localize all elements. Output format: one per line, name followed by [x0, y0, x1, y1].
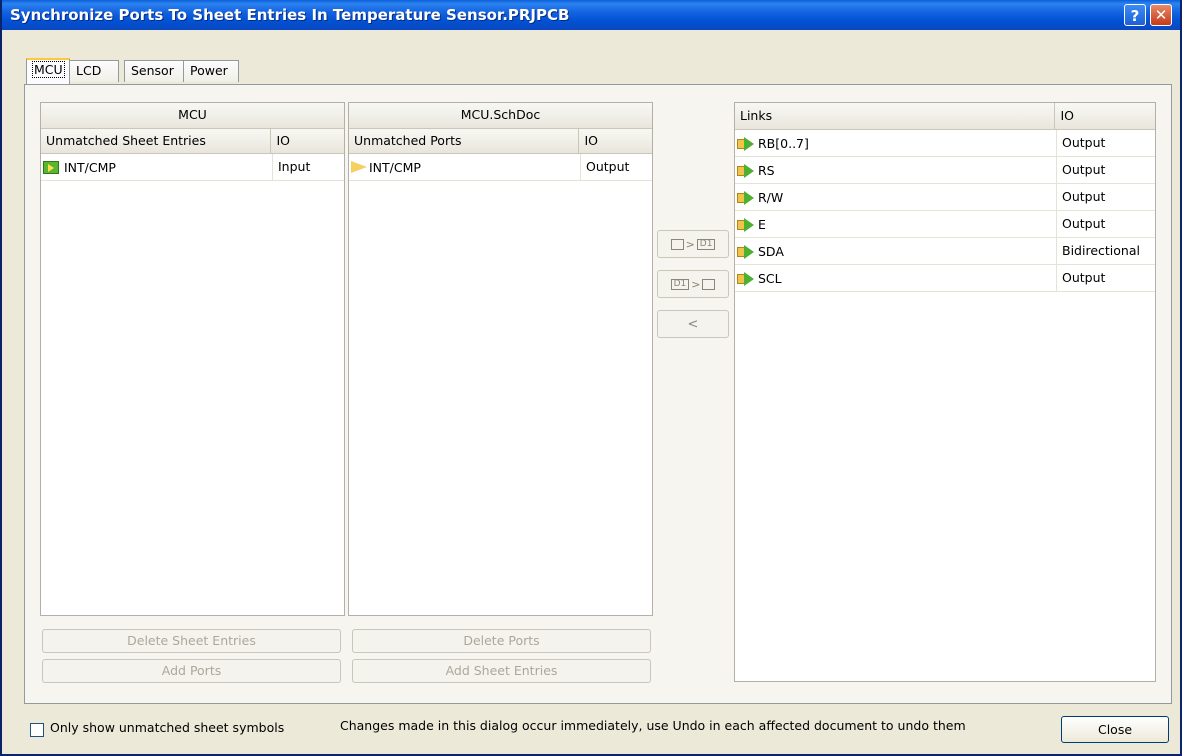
column-header-io[interactable]: IO: [579, 129, 652, 153]
tab-sensor[interactable]: Sensor: [124, 60, 184, 82]
add-ports-button[interactable]: Add Ports: [42, 659, 341, 683]
link-arrow-label: >: [685, 237, 695, 251]
entry-io: Input: [278, 159, 311, 174]
tab-label: MCU: [32, 61, 65, 78]
sheet-entries-list[interactable]: MCU Unmatched Sheet Entries IO INT/CMP I…: [40, 102, 345, 616]
ports-column-headers: Unmatched Ports IO: [349, 129, 652, 154]
link-icon: [737, 217, 755, 232]
link-io: Output: [1062, 216, 1106, 231]
tab-label: LCD: [76, 63, 102, 78]
link-port-to-sheet-button[interactable]: D1 >: [657, 270, 729, 298]
link-icon: [737, 271, 755, 286]
list-item[interactable]: SCL Output: [735, 265, 1155, 292]
ports-group-header: MCU.SchDoc: [349, 103, 652, 129]
close-window-button[interactable]: ✕: [1150, 4, 1172, 26]
links-list[interactable]: Links IO RB[0..7] Output RS Output R/W O…: [734, 102, 1156, 682]
column-header-links[interactable]: Links: [735, 103, 1056, 129]
port-icon: D1: [670, 278, 690, 290]
sheet-entry-icon: [702, 278, 716, 290]
help-button[interactable]: ?: [1124, 4, 1146, 26]
port-io: Output: [586, 159, 630, 174]
title-bar[interactable]: Synchronize Ports To Sheet Entries In Te…: [2, 0, 1180, 30]
list-item[interactable]: RS Output: [735, 157, 1155, 184]
link-io: Output: [1062, 162, 1106, 177]
link-icon: [737, 136, 755, 151]
sheet-entry-icon: [43, 160, 59, 174]
link-io: Bidirectional: [1062, 243, 1140, 258]
tab-lcd[interactable]: LCD: [69, 60, 119, 82]
link-icon: [737, 163, 755, 178]
sheet-group-header: MCU: [41, 103, 344, 129]
column-header-io[interactable]: IO: [1055, 103, 1155, 129]
link-io: Output: [1062, 189, 1106, 204]
tab-mcu[interactable]: MCU: [26, 58, 70, 84]
delete-sheet-entries-button[interactable]: Delete Sheet Entries: [42, 629, 341, 653]
unmatched-only-checkbox[interactable]: [30, 723, 44, 737]
link-name: RS: [758, 162, 775, 178]
unlink-button[interactable]: <: [657, 310, 729, 338]
link-name: SCL: [758, 270, 782, 286]
list-item[interactable]: INT/CMP Output: [349, 154, 652, 181]
list-item[interactable]: INT/CMP Input: [41, 154, 344, 181]
link-arrow-label: >: [691, 277, 701, 291]
tab-power[interactable]: Power: [183, 60, 239, 82]
column-header-unmatched-sheet-entries[interactable]: Unmatched Sheet Entries: [41, 129, 272, 153]
list-item[interactable]: SDA Bidirectional: [735, 238, 1155, 265]
status-message: Changes made in this dialog occur immedi…: [340, 718, 966, 733]
link-name: R/W: [758, 189, 784, 205]
sheet-column-headers: Unmatched Sheet Entries IO: [41, 129, 344, 154]
tab-label: Power: [190, 63, 228, 78]
add-sheet-entries-button[interactable]: Add Sheet Entries: [352, 659, 651, 683]
sync-dialog: Synchronize Ports To Sheet Entries In Te…: [0, 0, 1182, 756]
column-header-unmatched-ports[interactable]: Unmatched Ports: [349, 129, 580, 153]
close-button[interactable]: Close: [1061, 716, 1169, 743]
entry-name: INT/CMP: [64, 159, 116, 175]
link-icon: [737, 190, 755, 205]
link-io: Output: [1062, 135, 1106, 150]
link-name: SDA: [758, 243, 784, 259]
sheet-entry-icon: [670, 238, 684, 250]
list-item[interactable]: E Output: [735, 211, 1155, 238]
port-icon: [351, 161, 367, 173]
port-name: INT/CMP: [369, 159, 421, 175]
list-item[interactable]: R/W Output: [735, 184, 1155, 211]
port-icon: D1: [696, 238, 716, 250]
link-icon: [737, 244, 755, 259]
checkbox-label[interactable]: Only show unmatched sheet symbols: [50, 720, 284, 735]
ports-list[interactable]: MCU.SchDoc Unmatched Ports IO INT/CMP Ou…: [348, 102, 653, 616]
tab-label: Sensor: [131, 63, 174, 78]
column-header-io[interactable]: IO: [271, 129, 344, 153]
link-io: Output: [1062, 270, 1106, 285]
delete-ports-button[interactable]: Delete Ports: [352, 629, 651, 653]
list-item[interactable]: RB[0..7] Output: [735, 130, 1155, 157]
link-name: E: [758, 216, 766, 232]
link-sheet-to-port-button[interactable]: > D1: [657, 230, 729, 258]
dialog-title: Synchronize Ports To Sheet Entries In Te…: [10, 6, 570, 24]
links-column-headers: Links IO: [735, 103, 1155, 130]
link-name: RB[0..7]: [758, 135, 809, 151]
